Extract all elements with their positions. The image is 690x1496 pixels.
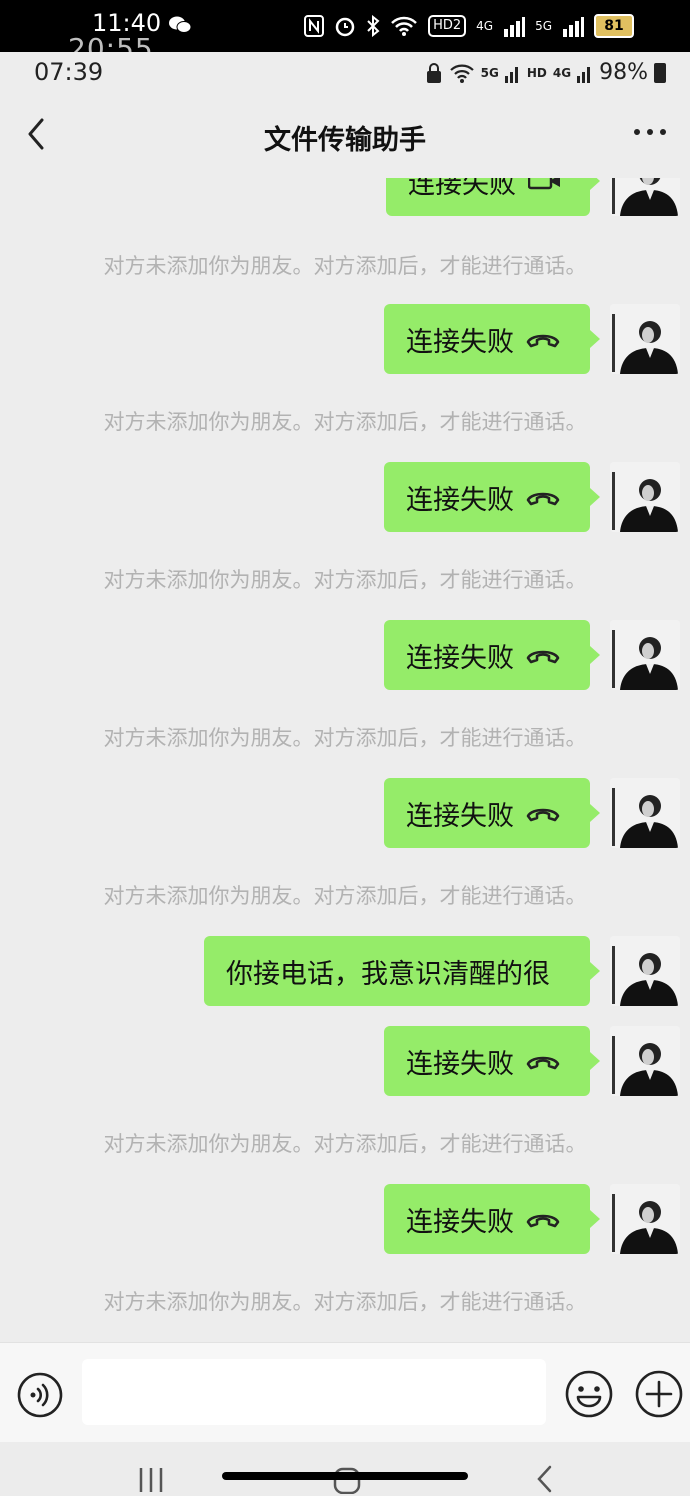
avatar-photo-icon	[610, 178, 680, 216]
system-note: 对方未添加你为朋友。对方添加后，才能进行通话。	[103, 254, 587, 278]
avatar-photo-icon	[610, 778, 680, 848]
message-text: 连接失败	[406, 1206, 514, 1238]
signal-icon-inner-2	[577, 66, 591, 83]
net-label-4g: 4G	[552, 65, 572, 80]
call-record-bubble[interactable]: 连接失败	[384, 462, 600, 532]
wifi-icon	[391, 16, 417, 36]
phone-hangup-icon	[526, 334, 560, 348]
input-bar	[0, 1342, 690, 1443]
call-record-bubble[interactable]: 连接失败	[384, 778, 600, 848]
message-row: 连接失败	[0, 778, 690, 850]
avatar[interactable]	[610, 462, 680, 532]
avatar[interactable]	[610, 1184, 680, 1254]
message-text: 连接失败	[406, 642, 514, 674]
call-record-bubble[interactable]: 连接失败	[384, 1184, 600, 1254]
message-list[interactable]: 连接失败 对方未添加你为朋友。对方添加后，才能进行通话。 连接失败对方未添加你为…	[0, 178, 690, 1342]
bluetooth-icon	[367, 15, 380, 37]
system-note: 对方未添加你为朋友。对方添加后，才能进行通话。	[103, 1290, 587, 1314]
hd-badge: HD2	[428, 15, 467, 37]
avatar-photo-icon	[610, 936, 680, 1006]
phone-hangup-icon	[526, 1214, 560, 1228]
call-record-bubble[interactable]: 连接失败	[384, 620, 600, 690]
battery-indicator: 81	[594, 14, 634, 38]
lock-icon	[426, 62, 441, 83]
avatar[interactable]	[610, 1026, 680, 1096]
message-bubble[interactable]: 连接失败	[386, 178, 600, 216]
device-status-bar: 11:40 20:55 HD2 4G 5G 81	[0, 0, 690, 64]
avatar-photo-icon	[610, 304, 680, 374]
message-bubble[interactable]: 你接电话，我意识清醒的很	[204, 936, 600, 1006]
message-input[interactable]	[82, 1359, 546, 1425]
message-row: 你接电话，我意识清醒的很	[0, 936, 690, 1008]
system-note: 对方未添加你为朋友。对方添加后，才能进行通话。	[103, 726, 587, 750]
net-label-hd: HD	[526, 65, 547, 80]
avatar[interactable]	[610, 304, 680, 374]
message-text: 连接失败	[406, 326, 514, 358]
voice-icon[interactable]	[16, 1371, 64, 1419]
avatar[interactable]	[610, 178, 680, 216]
message-row: 连接失败	[0, 1026, 690, 1098]
system-note: 对方未添加你为朋友。对方添加后，才能进行通话。	[103, 410, 587, 434]
home-icon[interactable]	[332, 1466, 362, 1494]
call-record-bubble[interactable]: 连接失败	[384, 304, 600, 374]
recents-icon[interactable]	[136, 1466, 166, 1492]
message-row: 连接失败	[0, 1184, 690, 1256]
alarm-icon	[335, 17, 355, 37]
system-note: 对方未添加你为朋友。对方添加后，才能进行通话。	[103, 568, 587, 592]
more-dots-icon[interactable]	[632, 122, 668, 142]
avatar-photo-icon	[610, 462, 680, 532]
message-text: 连接失败	[406, 484, 514, 516]
message-text: 连接失败	[406, 800, 514, 832]
gesture-bar[interactable]	[222, 1472, 468, 1480]
battery-icon	[654, 62, 666, 83]
message-row-partial: 连接失败	[0, 178, 690, 218]
screenshot-time: 07:39	[34, 58, 104, 86]
chat-header: 文件传输助手	[0, 94, 690, 178]
signal-icon	[504, 17, 526, 37]
phone-hangup-icon	[526, 492, 560, 506]
message-row: 连接失败	[0, 304, 690, 376]
avatar-photo-icon	[610, 1184, 680, 1254]
message-text: 连接失败	[408, 178, 516, 200]
nav-back-icon[interactable]	[534, 1464, 556, 1494]
message-row: 连接失败	[0, 462, 690, 534]
emoji-icon[interactable]	[564, 1369, 614, 1419]
signal-icon-2	[563, 17, 584, 37]
avatar[interactable]	[610, 778, 680, 848]
system-nav-bar	[0, 1442, 690, 1496]
signal-label-5g: 5G	[535, 19, 552, 33]
signal-label-4g: 4G	[476, 19, 494, 33]
battery-percent: 98%	[599, 60, 648, 85]
screenshot-status-bar: 07:39 5G HD 4G 98%	[0, 52, 690, 94]
chat-title: 文件传输助手	[264, 125, 426, 156]
screenshot-status-icons: 5G HD 4G 98%	[425, 60, 666, 85]
wifi-icon-inner	[449, 64, 474, 83]
message-text: 连接失败	[406, 1048, 514, 1080]
avatar-photo-icon	[610, 620, 680, 690]
phone-hangup-icon	[526, 1056, 560, 1070]
message-row: 连接失败	[0, 620, 690, 692]
system-note: 对方未添加你为朋友。对方添加后，才能进行通话。	[103, 884, 587, 908]
phone-hangup-icon	[526, 808, 560, 822]
video-call-icon	[528, 178, 560, 190]
nfc-icon	[304, 15, 325, 37]
call-record-bubble[interactable]: 连接失败	[384, 1026, 600, 1096]
device-status-icons: HD2 4G 5G 81	[304, 12, 634, 40]
avatar-photo-icon	[610, 1026, 680, 1096]
avatar[interactable]	[610, 936, 680, 1006]
net-label-5g: 5G	[480, 65, 499, 80]
wechat-icon	[169, 16, 192, 33]
avatar[interactable]	[610, 620, 680, 690]
signal-icon-inner	[504, 66, 518, 83]
phone-hangup-icon	[526, 650, 560, 664]
message-text: 你接电话，我意识清醒的很	[226, 958, 550, 990]
system-note: 对方未添加你为朋友。对方添加后，才能进行通话。	[103, 1132, 587, 1156]
plus-icon[interactable]	[634, 1369, 684, 1419]
